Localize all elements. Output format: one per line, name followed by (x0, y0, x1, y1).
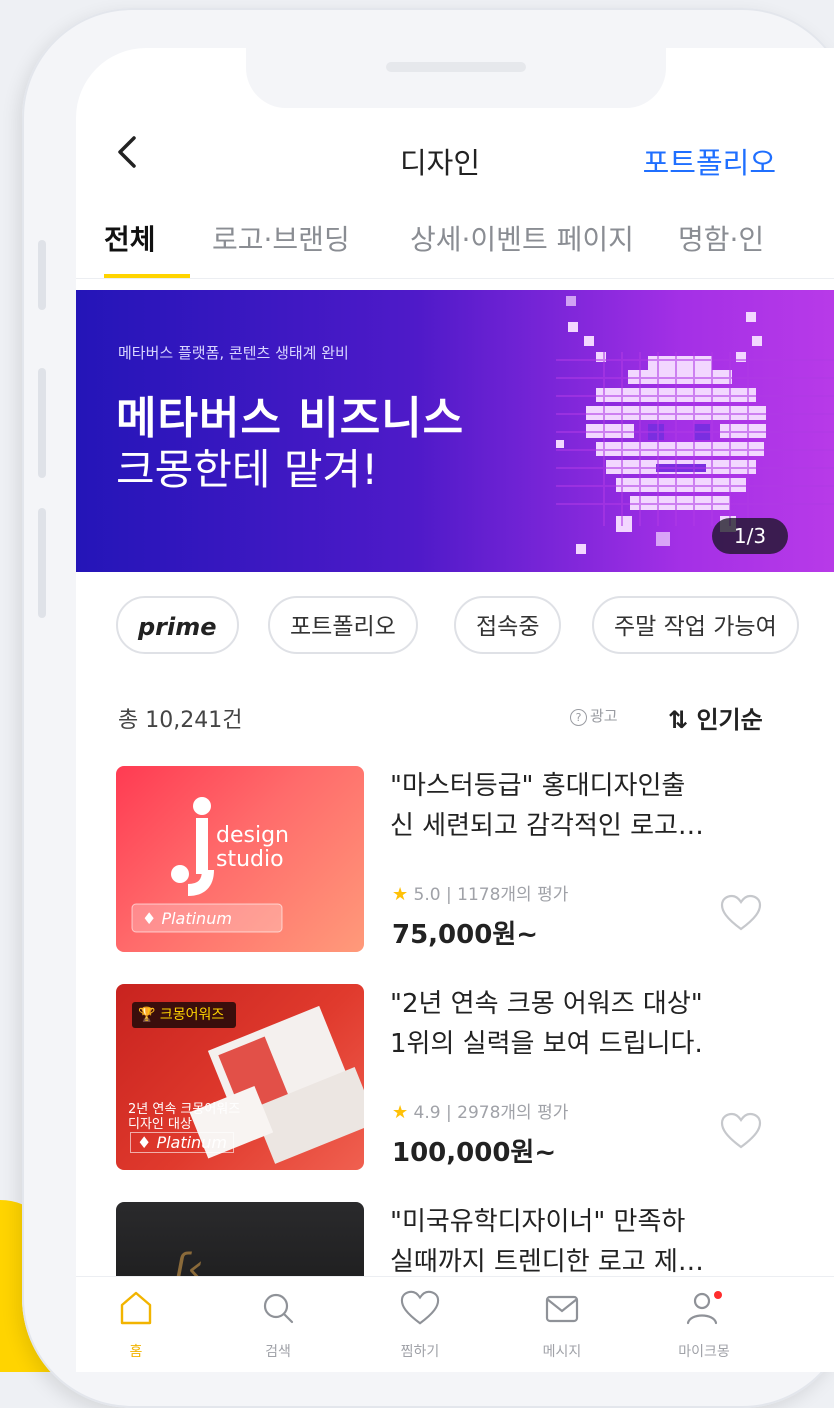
nav-search[interactable]: 검색 (218, 1287, 338, 1361)
banner-subtitle: 메타버스 플랫폼, 콘텐츠 생태계 완비 (118, 344, 349, 362)
thumbnail-caption: 2년 연속 크몽어워즈 디자인 대상 (128, 1102, 240, 1132)
platinum-badge: ♦ Platinum (142, 909, 232, 928)
rating: ★ 5.0 | 1178개의 평가 (392, 880, 568, 905)
nav-label: 검색 (265, 1344, 291, 1360)
tab-logo-branding[interactable]: 로고·브랜딩 (212, 218, 350, 258)
star-icon: ★ (392, 884, 409, 905)
sort-label: 인기순 (696, 706, 763, 734)
nav-my-kmong[interactable]: 마이크몽 (644, 1287, 764, 1361)
speaker-grille (386, 62, 526, 72)
thumbnail-text-line: studio (216, 847, 284, 872)
app-screen: 디자인 포트폴리오 전체 로고·브랜딩 상세·이벤트 페이지 명함·인 메타버스… (76, 48, 834, 1372)
rating-value: 5.0 (413, 885, 441, 905)
nav-messages[interactable]: 메시지 (502, 1287, 622, 1361)
thumbnail-text: design studio (216, 824, 289, 872)
ad-label: 광고 (590, 707, 618, 725)
banner-page-indicator: 1/3 (712, 518, 788, 554)
mail-icon (545, 1295, 579, 1323)
nav-home[interactable]: 홈 (76, 1287, 196, 1361)
pixel-art-illustration (556, 296, 834, 554)
banner-headline-secondary: 크몽한테 맡겨! (116, 445, 379, 494)
heart-icon (720, 894, 762, 931)
service-thumbnail: 🏆 크몽어워즈 2년 연속 크몽어워즈 디자인 대상 ♦ Platinum (116, 984, 364, 1170)
thumbnail-caption-line: 2년 연속 크몽어워즈 (128, 1102, 241, 1117)
search-icon (263, 1293, 294, 1324)
platinum-badge-label: Platinum (156, 1133, 227, 1152)
home-icon (120, 1291, 152, 1325)
rating-value: 4.9 (413, 1103, 441, 1123)
favorite-button[interactable] (720, 1112, 762, 1154)
top-app-bar: 디자인 포트폴리오 (76, 128, 834, 188)
bottom-navigation: 홈 검색 찜하기 메시지 마이크몽 (76, 1276, 834, 1372)
service-title: "마스터등급" 홍대디자인출 신 세련되고 감각적인 로고… (390, 766, 810, 846)
portfolio-link[interactable]: 포트폴리오 (643, 140, 776, 182)
star-icon: ★ (392, 1102, 409, 1123)
thumbnail-caption-line: 디자인 대상 (128, 1117, 192, 1132)
list-item[interactable]: ʃ‹ "미국유학디자이너" 만족하 실때까지 트렌디한 로고 제… (76, 1202, 834, 1372)
sort-button[interactable]: ⇅ 인기순 (668, 700, 763, 735)
service-title: "2년 연속 크몽 어워즈 대상" 1위의 실력을 보여 드립니다. (390, 984, 810, 1064)
award-badge: 🏆 크몽어워즈 (138, 1004, 224, 1024)
diamond-icon: ♦ (137, 1133, 157, 1152)
diamond-icon: ♦ (142, 909, 162, 928)
service-title-line: "미국유학디자이너" 만족하 (390, 1207, 686, 1237)
nav-label: 메시지 (542, 1344, 582, 1360)
favorite-button[interactable] (720, 894, 762, 936)
heart-icon (720, 1112, 762, 1149)
user-icon (686, 1291, 722, 1325)
thumbnail-text-line: design (216, 823, 289, 848)
notification-dot (714, 1291, 722, 1299)
phone-side-button (38, 240, 46, 310)
tab-all[interactable]: 전체 (104, 218, 156, 258)
filter-chips: prime 포트폴리오 접속중 주말 작업 가능여 (76, 596, 834, 662)
tab-business-card[interactable]: 명함·인 (678, 218, 764, 258)
service-title: "미국유학디자이너" 만족하 실때까지 트렌디한 로고 제… (390, 1202, 810, 1282)
phone-side-button (38, 368, 46, 478)
category-tabs: 전체 로고·브랜딩 상세·이벤트 페이지 명함·인 (76, 218, 834, 288)
platinum-badge-label: Platinum (161, 909, 232, 928)
service-title-line: 1위의 실력을 보여 드립니다. (390, 1029, 703, 1059)
tab-detail-event-page[interactable]: 상세·이벤트 페이지 (410, 218, 634, 258)
list-item[interactable]: design studio ♦ Platinum "마스터등급" 홍대디자인출 … (76, 766, 834, 956)
rating: ★ 4.9 | 2978개의 평가 (392, 1098, 568, 1123)
filter-chip-portfolio[interactable]: 포트폴리오 (268, 596, 418, 654)
heart-icon (400, 1290, 440, 1325)
nav-label: 홈 (129, 1344, 143, 1360)
service-title-line: "마스터등급" 홍대디자인출 (390, 771, 686, 801)
service-title-line: 신 세련되고 감각적인 로고… (390, 811, 704, 841)
review-count: | 2978개의 평가 (446, 1103, 569, 1123)
trophy-icon: 🏆 (138, 1007, 160, 1023)
nav-label: 찜하기 (400, 1344, 440, 1360)
service-thumbnail: design studio ♦ Platinum (116, 766, 364, 952)
promo-banner[interactable]: 메타버스 플랫폼, 콘텐츠 생태계 완비 메타버스 비즈니스 크몽한테 맡겨! (76, 290, 834, 572)
award-badge-label: 크몽어워즈 (159, 1007, 225, 1023)
ad-info[interactable]: ? 광고 (570, 705, 618, 726)
sort-icon: ⇅ (668, 706, 689, 734)
result-count: 총 10,241건 (118, 708, 243, 733)
review-count: | 1178개의 평가 (446, 885, 569, 905)
list-item[interactable]: 🏆 크몽어워즈 2년 연속 크몽어워즈 디자인 대상 ♦ Platinum "2… (76, 984, 834, 1174)
filter-chip-prime[interactable]: prime (116, 596, 239, 654)
divider (76, 278, 834, 279)
phone-notch (246, 48, 666, 108)
nav-favorites[interactable]: 찜하기 (360, 1287, 480, 1361)
filter-chip-online[interactable]: 접속중 (454, 596, 562, 654)
phone-side-button (38, 508, 46, 618)
service-title-line: "2년 연속 크몽 어워즈 대상" (390, 989, 703, 1019)
platinum-badge: ♦ Platinum (130, 1132, 234, 1153)
question-icon: ? (570, 709, 587, 726)
nav-label: 마이크몽 (678, 1344, 730, 1360)
filter-chip-weekend[interactable]: 주말 작업 가능여 (592, 596, 799, 654)
price: 75,000원~ (392, 920, 539, 950)
price: 100,000원~ (392, 1138, 557, 1168)
